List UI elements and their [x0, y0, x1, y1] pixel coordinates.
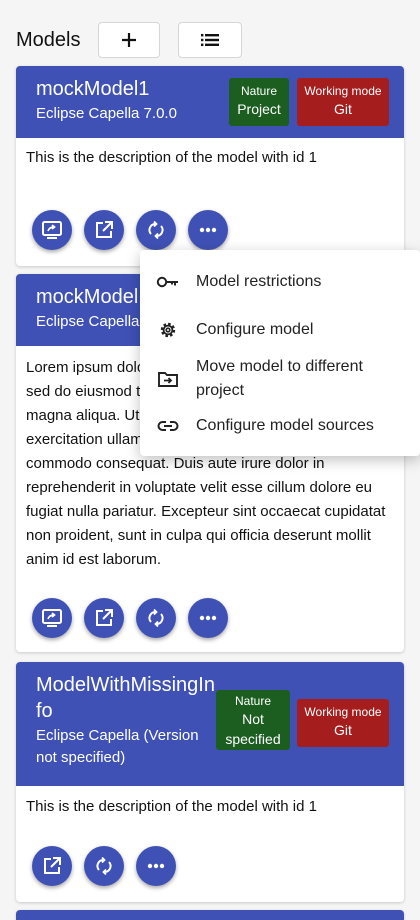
open-external-button[interactable]: [84, 598, 124, 638]
menu-item-label: Configure model sources: [196, 417, 374, 434]
model-options-menu: Model restrictions Configure model Move …: [140, 250, 420, 456]
sync-icon: [148, 220, 164, 240]
open-session-button[interactable]: [32, 210, 72, 250]
working-mode-label: Working mode: [304, 705, 382, 719]
model-title: ModelWithMissingInfo: [36, 674, 215, 722]
sync-button[interactable]: [84, 846, 124, 886]
list-view-button[interactable]: [178, 22, 242, 58]
sync-icon: [96, 856, 112, 876]
sync-button[interactable]: [136, 210, 176, 250]
add-model-button[interactable]: [98, 22, 160, 58]
model-card-header: ModelWithMissingInfo Eclipse Capella (Ve…: [16, 662, 404, 786]
nature-badge: Nature Not specified: [216, 690, 290, 750]
open-external-button[interactable]: [84, 210, 124, 250]
working-mode-badge: Working mode Git: [297, 699, 389, 747]
open-in-new-icon: [44, 857, 61, 874]
page-header: Models: [16, 22, 80, 58]
model-description: This is the description of the model wit…: [26, 798, 317, 815]
model-card-header: mockModel1 Eclipse Capella 7.0.0 Nature …: [16, 66, 404, 138]
model-card: [16, 910, 404, 920]
working-mode-value: Git: [334, 101, 352, 117]
plus-icon: [122, 33, 136, 47]
model-description: This is the description of the model wit…: [26, 149, 317, 166]
model-card: mockModel1 Eclipse Capella 7.0.0 Nature …: [16, 66, 404, 266]
nature-badge: Nature Project: [229, 78, 289, 126]
menu-item-label: Configure model: [196, 321, 314, 338]
nature-badge-value: Project: [237, 101, 281, 117]
more-horizontal-icon: [199, 227, 217, 233]
menu-item-label: Model restrictions: [196, 273, 322, 290]
menu-item-configure-sources[interactable]: Configure model sources: [140, 413, 420, 439]
model-actions: [32, 598, 228, 638]
link-icon: [157, 421, 179, 431]
model-actions: [32, 210, 228, 250]
folder-move-icon: [158, 372, 178, 387]
open-in-new-icon: [96, 221, 113, 238]
open-session-button[interactable]: [32, 598, 72, 638]
menu-item-label: Move model to different project: [196, 358, 363, 399]
sync-button[interactable]: [136, 598, 176, 638]
more-options-button[interactable]: [136, 846, 176, 886]
gear-icon: [160, 322, 176, 338]
menu-item-configure-model[interactable]: Configure model: [140, 317, 420, 343]
more-horizontal-icon: [147, 863, 165, 869]
open-external-button[interactable]: [32, 846, 72, 886]
sync-icon: [148, 608, 164, 628]
working-mode-badge: Working mode Git: [297, 78, 389, 126]
nature-badge-label: Nature: [240, 84, 278, 98]
monitor-share-icon: [42, 221, 62, 239]
more-horizontal-icon: [199, 615, 217, 621]
menu-item-move-model[interactable]: Move model to different project: [140, 353, 420, 405]
more-options-button[interactable]: [188, 210, 228, 250]
nature-badge-label: Nature: [234, 694, 272, 708]
page-title: Models: [16, 28, 81, 51]
key-icon: [156, 276, 178, 288]
nature-badge-value: Not specified: [225, 711, 281, 747]
working-mode-value: Git: [334, 722, 352, 738]
model-tool-version: Eclipse Capella (Version not specified): [36, 727, 199, 766]
menu-item-model-restrictions[interactable]: Model restrictions: [140, 269, 420, 295]
working-mode-label: Working mode: [304, 84, 382, 98]
more-options-button[interactable]: [188, 598, 228, 638]
list-icon: [201, 34, 219, 46]
model-actions: [32, 846, 176, 886]
model-card: ModelWithMissingInfo Eclipse Capella (Ve…: [16, 662, 404, 902]
open-in-new-icon: [96, 609, 113, 626]
monitor-share-icon: [42, 609, 62, 627]
